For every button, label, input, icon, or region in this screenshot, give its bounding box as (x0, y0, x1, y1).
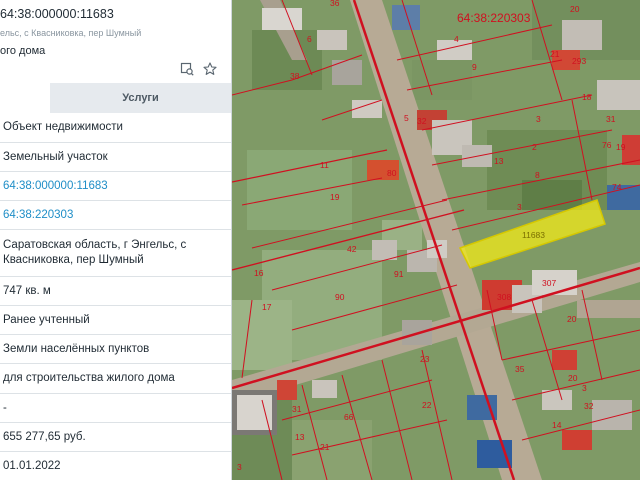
row-value-date: 01.01.2022 (0, 452, 231, 480)
parcel-label: 20 (570, 4, 580, 14)
parcel-label: 17 (262, 302, 272, 312)
row-cadastral-number[interactable]: 64:38:000000:11683 (0, 172, 231, 201)
selected-parcel-label: 11683 (522, 230, 545, 240)
parcel-label: 38 (290, 71, 300, 81)
star-icon[interactable] (203, 62, 217, 76)
cadastral-map[interactable]: 64:38:220303 11683 20 4 21 293 5 9 18 32… (232, 0, 640, 480)
parcel-label: 35 (515, 364, 525, 374)
panel-tabs: Услуги (0, 83, 231, 113)
parcel-label: 66 (344, 412, 354, 422)
row-object-kind: Земельный участок (0, 143, 231, 172)
parcel-label: 31 (606, 114, 616, 124)
parcel-label: 76 (602, 140, 612, 150)
row-value: Ранее учтенный (3, 313, 90, 326)
row-value: для строительства жилого дома (3, 372, 175, 384)
row-value: Саратовская область, г Энгельс, с Квасни… (3, 239, 187, 266)
parcel-label: 74 (612, 182, 622, 192)
parcel-label: 13 (295, 432, 305, 442)
parcel-label: 23 (420, 354, 430, 364)
parcel-label: 3 (536, 114, 541, 124)
row-area: 747 кв. м (0, 277, 231, 306)
parcel-label: 32 (584, 401, 594, 411)
parcel-label: 91 (394, 269, 404, 279)
parcel-label: 20 (567, 314, 577, 324)
parcel-label: 19 (616, 142, 626, 152)
parcel-label: 308 (497, 292, 511, 302)
parcel-label: 32 (417, 116, 427, 126)
row-status: Ранее учтенный (0, 306, 231, 335)
parcel-label: 11 (320, 160, 329, 170)
parcel-label: 6 (307, 34, 312, 44)
parcel-label: 3 (517, 202, 522, 212)
tab-info[interactable] (0, 83, 50, 113)
parcel-label: 9 (472, 62, 477, 72)
parcel-label: 18 (582, 92, 592, 102)
parcel-label: 307 (542, 278, 556, 288)
parcel-label: 31 (292, 404, 302, 414)
row-value: 01.01.2022 (3, 459, 61, 472)
row-value: Земельный участок (3, 150, 108, 163)
row-form-of-ownership: - (0, 394, 231, 423)
parcel-label: 42 (347, 244, 357, 254)
parcel-label: 4 (454, 34, 459, 44)
row-value: 747 кв. м (3, 284, 51, 297)
object-purpose-subtitle: ого дома (0, 45, 46, 57)
row-value: Земли населённых пунктов (3, 342, 150, 355)
row-value: - (3, 401, 7, 414)
row-address: Саратовская область, г Энгельс, с Квасни… (0, 230, 231, 277)
row-value: 655 277,65 руб. (3, 430, 86, 443)
header-actions (180, 62, 217, 76)
parcel-label: 14 (552, 420, 562, 430)
parcel-label: 19 (330, 192, 340, 202)
row-cadastral-quarter[interactable]: 64:38:220303 (0, 201, 231, 230)
parcel-label: 16 (254, 268, 264, 278)
parcel-label: 13 (494, 156, 504, 166)
parcel-label: 22 (422, 400, 432, 410)
parcel-label: 21 (550, 49, 560, 59)
map-canvas[interactable]: 64:38:220303 11683 20 4 21 293 5 9 18 32… (232, 0, 640, 480)
parcel-label: 2 (532, 142, 537, 152)
cadastral-number-link[interactable]: 64:38:000000:11683 (3, 179, 108, 194)
row-land-category: Земли населённых пунктов (0, 335, 231, 364)
parcel-label: 3 (582, 383, 587, 393)
cadastral-number-title: 64:38:000000:11683 (0, 7, 114, 21)
tab-services[interactable]: Услуги (50, 83, 231, 113)
quarter-label: 64:38:220303 (457, 11, 531, 25)
row-cadastral-value: 655 277,65 руб. (0, 423, 231, 452)
parcel-label: 8 (535, 170, 540, 180)
parcel-label: 80 (387, 168, 397, 178)
parcel-label: 90 (335, 292, 345, 302)
row-value: Объект недвижимости (3, 121, 123, 133)
parcel-label: 36 (330, 0, 340, 8)
object-address-subtitle: ельс, с Квасниковка, пер Шумный (0, 28, 142, 38)
cadastral-quarter-link[interactable]: 64:38:220303 (3, 208, 73, 223)
object-info-panel: 64:38:000000:11683 ельс, с Квасниковка, … (0, 0, 232, 480)
parcel-label: 21 (320, 442, 330, 452)
row-object-type: Объект недвижимости (0, 113, 231, 143)
parcel-label: 293 (572, 56, 586, 66)
map-locate-icon[interactable] (180, 62, 194, 76)
parcel-label: 5 (404, 113, 409, 123)
attribute-list: Объект недвижимости Земельный участок 64… (0, 113, 231, 480)
parcel-label: 3 (237, 462, 242, 472)
row-permitted-use: для строительства жилого дома (0, 364, 231, 394)
parcel-label: 20 (568, 373, 578, 383)
